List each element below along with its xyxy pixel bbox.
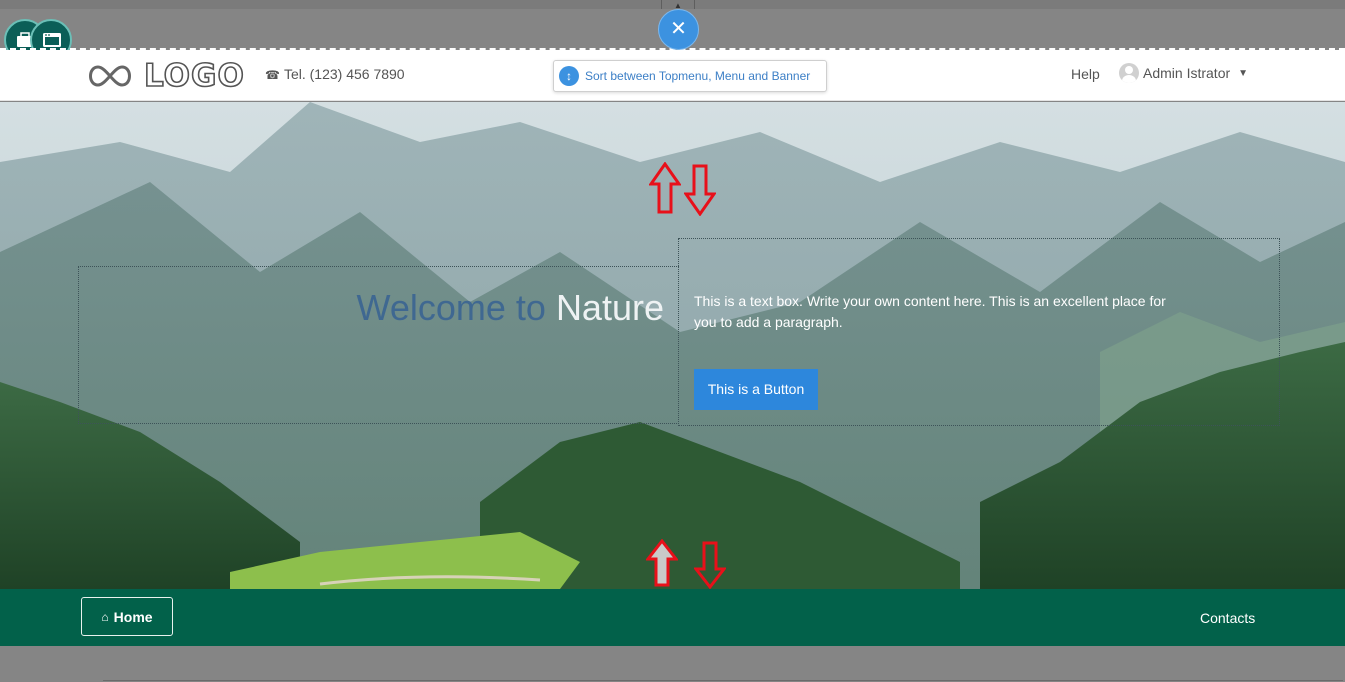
page-divider (103, 680, 1343, 681)
banner-cta-button[interactable]: This is a Button (694, 369, 818, 410)
phone-icon: ☎ (265, 68, 280, 82)
move-down-arrow-icon-bottom[interactable] (694, 541, 726, 589)
main-menu-bar: ⌂ Home Contacts (0, 589, 1345, 646)
banner-paragraph: This is a text box. Write your own conte… (694, 293, 1166, 330)
sort-sections-hint[interactable]: ↕ Sort between Topmenu, Menu and Banner (553, 60, 827, 92)
user-menu[interactable]: Admin Istrator ▼ (1119, 63, 1248, 83)
close-sort-button[interactable]: ✕ (658, 9, 699, 50)
infinity-logo-icon (89, 65, 131, 87)
browser-window-icon (43, 33, 61, 47)
phone-number: ☎ Tel. (123) 456 7890 (265, 66, 405, 82)
menu-item-home-label: Home (113, 608, 153, 625)
site-logo[interactable]: LOGO (84, 57, 245, 95)
home-icon: ⌂ (101, 609, 109, 624)
sort-hint-label: Sort between Topmenu, Menu and Banner (585, 69, 811, 83)
logo-text: LOGO (143, 57, 245, 95)
vertical-arrows-icon: ↕ (559, 66, 579, 86)
move-up-arrow-icon-bottom[interactable] (646, 539, 678, 587)
editable-page-area: LOGO ☎ Tel. (123) 456 7890 ↕ Sort between… (0, 48, 1345, 646)
avatar (1119, 63, 1139, 83)
top-menu-header: LOGO ☎ Tel. (123) 456 7890 ↕ Sort between… (0, 50, 1345, 101)
help-link[interactable]: Help (1071, 66, 1100, 82)
menu-item-home[interactable]: ⌂ Home (81, 597, 173, 636)
welcome-heading-dark: Welcome to (356, 287, 546, 328)
user-name: Admin Istrator (1143, 65, 1231, 81)
welcome-heading: Welcome to Nature (357, 287, 664, 329)
menu-item-contacts[interactable]: Contacts (1200, 610, 1255, 626)
phone-text: Tel. (123) 456 7890 (283, 66, 405, 82)
caret-down-icon: ▼ (1238, 67, 1249, 79)
paragraph-text-box[interactable]: This is a text box. Write your own conte… (678, 238, 1280, 426)
welcome-heading-light: Nature (555, 287, 664, 328)
hero-banner: Welcome to Nature This is a text box. Wr… (0, 102, 1345, 589)
move-down-arrow-icon[interactable] (684, 164, 716, 216)
move-up-arrow-icon[interactable] (649, 162, 681, 214)
heading-text-box[interactable]: Welcome to Nature (78, 266, 679, 424)
